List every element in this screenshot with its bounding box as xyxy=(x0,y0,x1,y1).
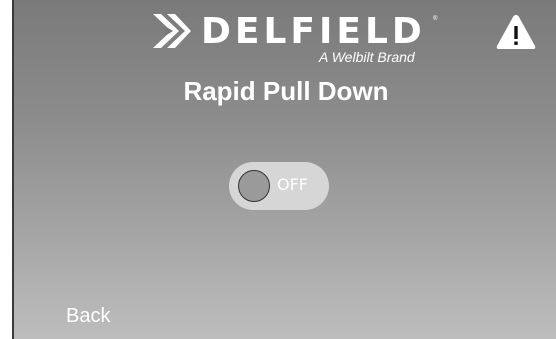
page-title: Rapid Pull Down xyxy=(183,76,389,106)
back-button[interactable]: Back xyxy=(66,305,110,328)
screen: DELFIELD ® A Welbilt Brand Rapid Pull Do… xyxy=(12,0,556,339)
toggle-knob xyxy=(238,170,270,202)
brand-name: DELFIELD xyxy=(201,11,426,52)
warning-triangle-icon xyxy=(496,15,536,49)
rapid-pull-down-toggle[interactable]: OFF xyxy=(229,162,329,210)
warning-button[interactable] xyxy=(494,12,538,52)
delfield-logo-icon xyxy=(153,14,191,48)
brand-tagline: A Welbilt Brand xyxy=(319,49,415,65)
brand-logo: DELFIELD ® A Welbilt Brand xyxy=(149,10,439,66)
toggle-state-label: OFF xyxy=(277,175,308,194)
brand-registered-mark: ® xyxy=(433,16,438,22)
